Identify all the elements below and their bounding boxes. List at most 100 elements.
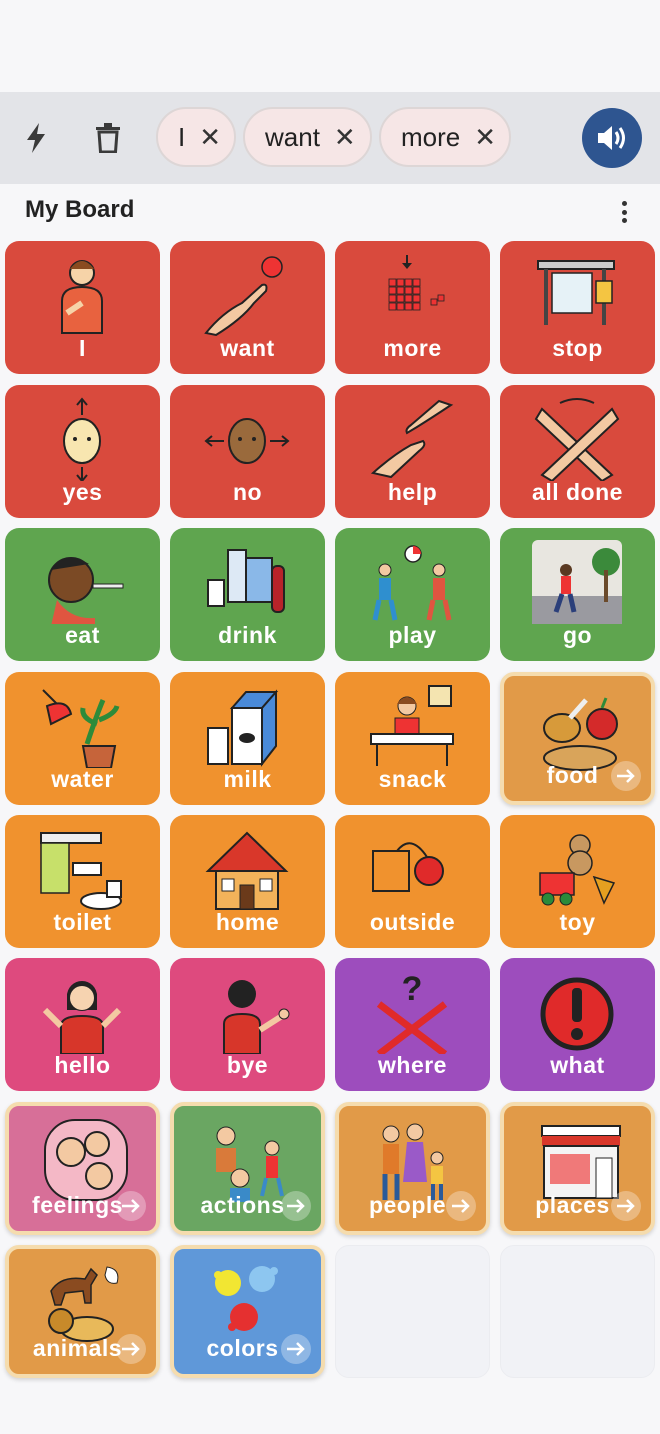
tile-label: toy xyxy=(559,909,596,935)
close-icon[interactable]: ✕ xyxy=(474,122,496,153)
tile-food[interactable]: food xyxy=(500,672,655,805)
tile-home[interactable]: home xyxy=(170,815,325,948)
close-icon[interactable]: ✕ xyxy=(199,122,221,153)
empty-tile xyxy=(500,1245,655,1378)
tile-go[interactable]: go xyxy=(500,528,655,661)
arrow-right-icon xyxy=(446,1191,476,1221)
tile-snack[interactable]: snack xyxy=(335,672,490,805)
tile-milk[interactable]: milk xyxy=(170,672,325,805)
tile-label: what xyxy=(550,1052,605,1078)
boy-pointing-self-icon xyxy=(37,253,127,337)
sentence-chip[interactable]: more ✕ xyxy=(379,107,511,167)
tile-toilet[interactable]: toilet xyxy=(5,815,160,948)
close-icon[interactable]: ✕ xyxy=(334,122,356,153)
arrow-right-icon xyxy=(116,1191,146,1221)
sentence-chip[interactable]: want ✕ xyxy=(243,107,372,167)
tile-label: where xyxy=(378,1052,447,1078)
tile-stop[interactable]: stop xyxy=(500,241,655,374)
boy-eating-icon xyxy=(37,540,127,626)
milk-carton-icon xyxy=(202,684,292,768)
trash-icon[interactable] xyxy=(90,120,126,156)
outside-box-icon xyxy=(367,827,457,911)
tile-play[interactable]: play xyxy=(335,528,490,661)
tile-bye[interactable]: bye xyxy=(170,958,325,1091)
helping-hands-icon xyxy=(367,397,457,481)
chip-label: I xyxy=(178,121,186,152)
tile-feelings[interactable]: feelings xyxy=(5,1102,160,1235)
board-title: My Board xyxy=(25,196,135,223)
faces-icon xyxy=(41,1118,131,1202)
drinks-icon xyxy=(202,540,292,624)
sentence-chip[interactable]: I ✕ xyxy=(156,107,236,167)
tile-yes[interactable]: yes xyxy=(5,385,160,518)
tile-label: snack xyxy=(378,766,447,792)
tile-eat[interactable]: eat xyxy=(5,528,160,661)
tile-label: drink xyxy=(218,622,277,648)
tile-label: hello xyxy=(54,1052,111,1078)
chip-label: more xyxy=(401,121,461,152)
tile-I[interactable]: I xyxy=(5,241,160,374)
tile-label: yes xyxy=(62,479,103,505)
tile-label: bye xyxy=(226,1052,269,1078)
tile-where[interactable]: ? where xyxy=(335,958,490,1091)
tile-want[interactable]: want xyxy=(170,241,325,374)
tile-label: play xyxy=(388,622,437,648)
toys-icon xyxy=(532,827,622,911)
tile-places[interactable]: places xyxy=(500,1102,655,1235)
tile-water[interactable]: water xyxy=(5,672,160,805)
paint-splash-icon xyxy=(206,1261,296,1345)
tile-toy[interactable]: toy xyxy=(500,815,655,948)
svg-text:?: ? xyxy=(402,970,423,1008)
tile-label: more xyxy=(383,335,442,361)
tile-label: no xyxy=(232,479,263,505)
kids-playing-ball-icon xyxy=(367,540,457,624)
crossed-hands-icon xyxy=(532,397,622,483)
head-nod-icon xyxy=(37,397,127,483)
chip-label: want xyxy=(265,121,320,152)
head-shake-icon xyxy=(202,397,292,481)
tile-label: outside xyxy=(369,909,456,935)
tile-label: water xyxy=(51,766,114,792)
tile-hello[interactable]: hello xyxy=(5,958,160,1091)
speak-button[interactable] xyxy=(582,108,642,168)
arrow-right-icon xyxy=(281,1191,311,1221)
speaker-icon xyxy=(598,126,625,150)
bus-stop-icon xyxy=(532,253,622,337)
tile-label: milk xyxy=(223,766,272,792)
tile-label: eat xyxy=(65,622,100,648)
girl-waving-icon xyxy=(37,970,127,1055)
arrow-right-icon xyxy=(611,761,641,791)
woman-at-table-icon xyxy=(367,684,457,768)
arrow-right-icon xyxy=(281,1334,311,1364)
tile-drink[interactable]: drink xyxy=(170,528,325,661)
tile-no[interactable]: no xyxy=(170,385,325,518)
store-icon xyxy=(536,1118,626,1202)
more-vertical-icon[interactable] xyxy=(612,198,636,226)
status-bar-area xyxy=(0,0,660,92)
tile-what[interactable]: what xyxy=(500,958,655,1091)
arrow-right-icon xyxy=(116,1334,146,1364)
tile-label: home xyxy=(215,909,280,935)
house-icon xyxy=(202,827,292,911)
tile-help[interactable]: help xyxy=(335,385,490,518)
watering-plant-icon xyxy=(37,684,127,769)
tile-actions[interactable]: actions xyxy=(170,1102,325,1235)
exclamation-icon xyxy=(532,970,622,1054)
tile-more[interactable]: more xyxy=(335,241,490,374)
kids-actions-icon xyxy=(206,1118,296,1204)
tile-outside[interactable]: outside xyxy=(335,815,490,948)
tile-label: stop xyxy=(552,335,603,361)
tile-label: all done xyxy=(532,479,623,505)
tile-label: I xyxy=(79,335,86,361)
tile-animals[interactable]: animals xyxy=(5,1245,160,1378)
tile-colors[interactable]: colors xyxy=(170,1245,325,1378)
arrow-right-icon xyxy=(611,1191,641,1221)
toilet-icon xyxy=(37,827,127,911)
tile-people[interactable]: people xyxy=(335,1102,490,1235)
hand-reaching-icon xyxy=(202,253,292,337)
boy-waving-icon xyxy=(202,970,292,1055)
tile-all-done[interactable]: all done xyxy=(500,385,655,518)
person-walking-icon xyxy=(532,540,622,624)
lightning-icon[interactable] xyxy=(18,120,54,156)
animals-icon xyxy=(41,1261,131,1345)
